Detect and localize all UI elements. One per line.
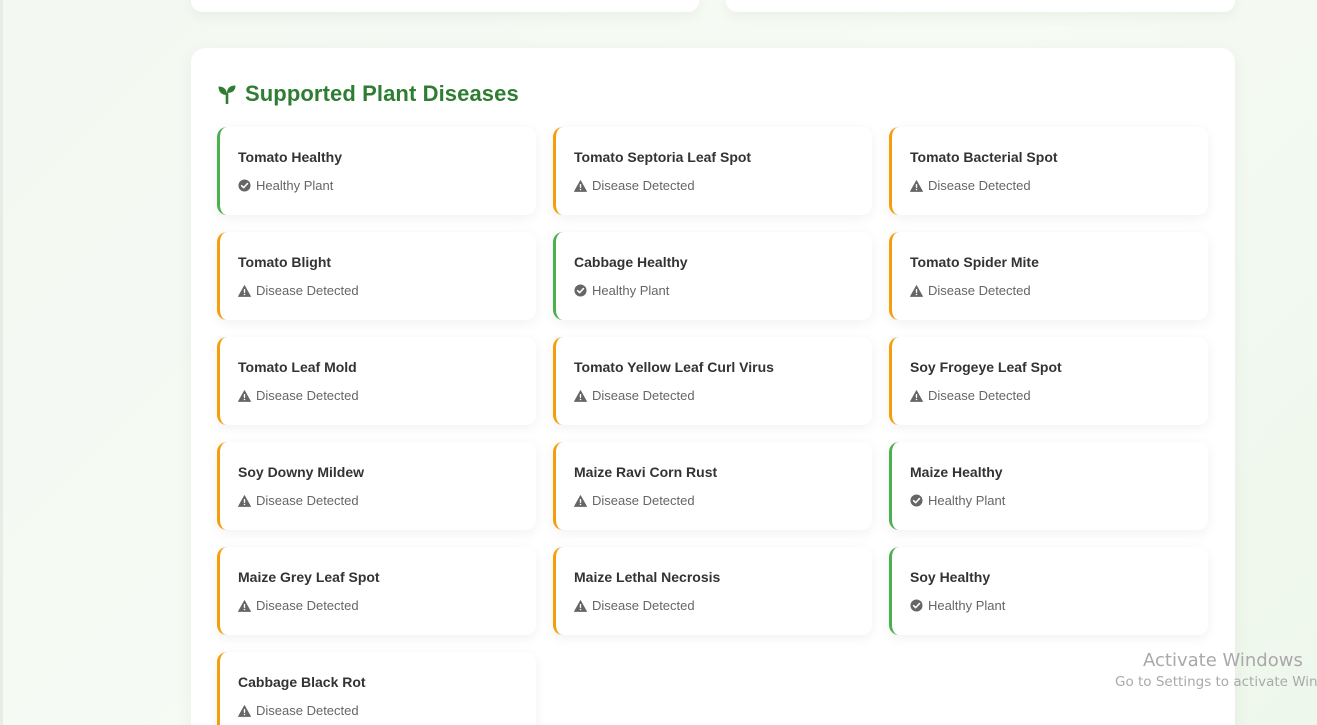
disease-status: Healthy Plant <box>574 283 669 298</box>
disease-status-label: Disease Detected <box>928 178 1031 193</box>
disease-name: Soy Healthy <box>910 569 991 585</box>
warning-triangle-icon <box>574 389 587 402</box>
disease-status: Disease Detected <box>574 388 695 403</box>
disease-status: Disease Detected <box>910 388 1031 403</box>
disease-name: Cabbage Healthy <box>574 254 688 270</box>
disease-status: Disease Detected <box>238 598 359 613</box>
disease-status-label: Disease Detected <box>928 388 1031 403</box>
disease-card: Tomato Bacterial Spot Disease Detected <box>889 127 1208 215</box>
disease-card: Tomato Blight Disease Detected <box>217 232 536 320</box>
disease-name: Cabbage Black Rot <box>238 674 366 690</box>
check-circle-icon <box>238 179 251 192</box>
disease-card: Tomato Septoria Leaf Spot Disease Detecte… <box>553 127 872 215</box>
disease-status: Disease Detected <box>238 493 359 508</box>
disease-card: Soy Downy Mildew Disease Detected <box>217 442 536 530</box>
disease-status-label: Disease Detected <box>256 493 359 508</box>
disease-status-label: Healthy Plant <box>256 178 334 193</box>
disease-grid: Tomato Healthy Healthy Plant Tomato Septor… <box>217 127 1208 725</box>
disease-name: Maize Grey Leaf Spot <box>238 569 380 585</box>
warning-triangle-icon <box>910 389 923 402</box>
warning-triangle-icon <box>574 179 587 192</box>
disease-status-label: Disease Detected <box>592 598 695 613</box>
disease-name: Soy Frogeye Leaf Spot <box>910 359 1062 375</box>
disease-status: Disease Detected <box>238 703 359 718</box>
disease-status-label: Disease Detected <box>256 703 359 718</box>
warning-triangle-icon <box>238 704 251 717</box>
check-circle-icon <box>574 284 587 297</box>
disease-card: Tomato Yellow Leaf Curl Virus Disease Det… <box>553 337 872 425</box>
disease-status: Disease Detected <box>574 178 695 193</box>
disease-card: Cabbage Black Rot Disease Detected <box>217 652 536 725</box>
disease-card: Maize Grey Leaf Spot Disease Detected <box>217 547 536 635</box>
disease-name: Tomato Spider Mite <box>910 254 1039 270</box>
disease-name: Maize Ravi Corn Rust <box>574 464 718 480</box>
disease-card: Maize Lethal Necrosis Disease Detected <box>553 547 872 635</box>
disease-status: Disease Detected <box>910 178 1031 193</box>
warning-triangle-icon <box>238 284 251 297</box>
disease-name: Soy Downy Mildew <box>238 464 365 480</box>
disease-name: Maize Healthy <box>910 464 1003 480</box>
disease-name: Tomato Blight <box>238 254 332 270</box>
upper-card-left <box>191 0 699 12</box>
disease-status-label: Disease Detected <box>592 388 695 403</box>
window-left-edge <box>0 0 3 725</box>
disease-card: Soy Frogeye Leaf Spot Disease Detected <box>889 337 1208 425</box>
disease-status-label: Healthy Plant <box>928 598 1006 613</box>
warning-triangle-icon <box>238 389 251 402</box>
disease-status-label: Disease Detected <box>928 283 1031 298</box>
disease-status-label: Healthy Plant <box>592 283 670 298</box>
disease-status-label: Disease Detected <box>592 493 695 508</box>
disease-status: Disease Detected <box>910 283 1031 298</box>
disease-status-label: Healthy Plant <box>928 493 1006 508</box>
disease-name: Tomato Healthy <box>238 149 342 165</box>
disease-status: Disease Detected <box>238 283 359 298</box>
warning-triangle-icon <box>238 494 251 507</box>
disease-card: Maize Ravi Corn Rust Disease Detected <box>553 442 872 530</box>
warning-triangle-icon <box>238 599 251 612</box>
warning-triangle-icon <box>574 494 587 507</box>
disease-status-label: Disease Detected <box>592 178 695 193</box>
disease-name: Tomato Bacterial Spot <box>910 149 1058 165</box>
section-title: Supported Plant Diseases <box>245 81 519 106</box>
disease-name: Tomato Septoria Leaf Spot <box>574 149 752 165</box>
upper-card-right <box>726 0 1235 12</box>
disease-name: Tomato Yellow Leaf Curl Virus <box>574 359 774 375</box>
disease-name: Tomato Leaf Mold <box>238 359 357 375</box>
disease-status-label: Disease Detected <box>256 598 359 613</box>
activate-windows-watermark: Activate Windows Go to Settings to activ… <box>1115 650 1317 690</box>
disease-card: Cabbage Healthy Healthy Plant <box>553 232 872 320</box>
seedling-icon <box>217 84 237 104</box>
warning-triangle-icon <box>910 284 923 297</box>
disease-card: Tomato Leaf Mold Disease Detected <box>217 337 536 425</box>
disease-status: Disease Detected <box>238 388 359 403</box>
disease-status: Healthy Plant <box>910 598 1005 613</box>
disease-status-label: Disease Detected <box>256 283 359 298</box>
disease-card: Tomato Healthy Healthy Plant <box>217 127 536 215</box>
check-circle-icon <box>910 494 923 507</box>
watermark-title: Activate Windows <box>1143 650 1303 671</box>
watermark-subtitle: Go to Settings to activate Windows. <box>1115 674 1317 690</box>
disease-status: Healthy Plant <box>238 178 333 193</box>
warning-triangle-icon <box>910 179 923 192</box>
disease-card: Soy Healthy Healthy Plant <box>889 547 1208 635</box>
supported-diseases-panel: Supported Plant Diseases Tomato Healthy H… <box>191 48 1235 725</box>
disease-card: Maize Healthy Healthy Plant <box>889 442 1208 530</box>
check-circle-icon <box>910 599 923 612</box>
disease-status-label: Disease Detected <box>256 388 359 403</box>
disease-card: Tomato Spider Mite Disease Detected <box>889 232 1208 320</box>
warning-triangle-icon <box>574 599 587 612</box>
disease-status: Disease Detected <box>574 493 695 508</box>
disease-status: Disease Detected <box>574 598 695 613</box>
section-header: Supported Plant Diseases <box>217 81 519 107</box>
disease-status: Healthy Plant <box>910 493 1005 508</box>
disease-name: Maize Lethal Necrosis <box>574 569 721 585</box>
